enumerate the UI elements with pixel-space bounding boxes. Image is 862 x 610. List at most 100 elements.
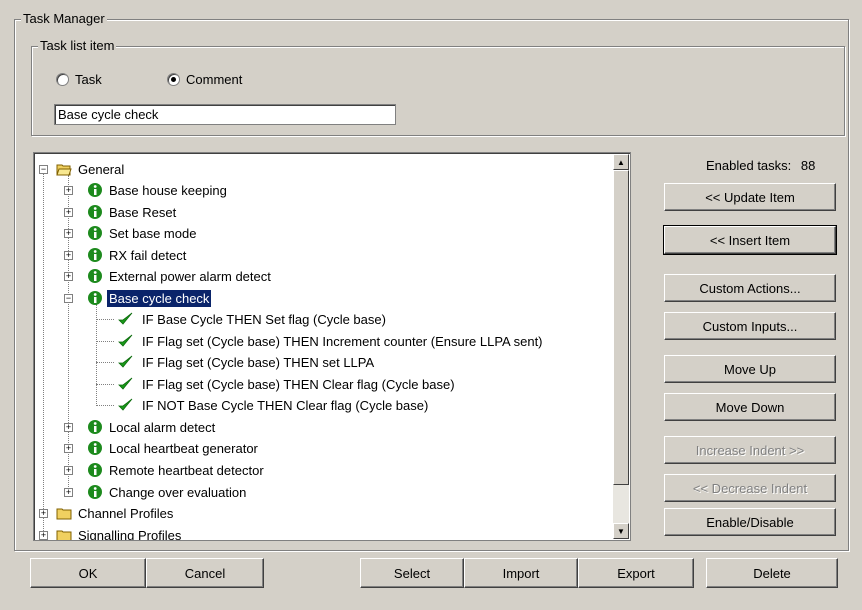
custom-inputs-button[interactable]: Custom Inputs... (664, 312, 836, 340)
info-icon (88, 205, 102, 219)
task-manager-dialog: Task Manager Task list item Task Comment… (0, 0, 862, 610)
checkmark-icon (118, 355, 133, 368)
tree-label: Base house keeping (109, 182, 227, 198)
delete-label: Delete (753, 565, 791, 581)
custom-actions-button[interactable]: Custom Actions... (664, 274, 836, 302)
tree-label: Remote heartbeat detector (109, 462, 264, 478)
tree-item[interactable]: + Base house keeping (34, 180, 229, 200)
move-down-label: Move Down (715, 399, 785, 415)
radio-task[interactable]: Task (56, 72, 102, 87)
info-icon (88, 420, 102, 434)
tree-label: Base Reset (109, 204, 177, 220)
ok-button[interactable]: OK (30, 558, 146, 588)
ok-label: OK (78, 565, 98, 581)
tree-label: IF NOT Base Cycle THEN Clear flag (Cycle… (142, 397, 429, 413)
expand-icon[interactable]: + (64, 229, 73, 238)
expand-icon[interactable]: + (64, 423, 73, 432)
expand-icon[interactable]: + (64, 186, 73, 195)
scroll-up-button[interactable]: ▲ (613, 154, 629, 170)
decrease-indent-label: << Decrease Indent (692, 480, 808, 496)
tree-subitem[interactable]: IF Flag set (Cycle base) THEN set LLPA (114, 352, 376, 372)
tree-subitem[interactable]: IF Base Cycle THEN Set flag (Cycle base) (114, 309, 388, 329)
expand-icon[interactable]: + (64, 251, 73, 260)
scroll-down-button[interactable]: ▼ (613, 523, 629, 539)
radio-comment-circle[interactable] (167, 73, 180, 86)
info-icon (88, 226, 102, 240)
enabled-tasks: Enabled tasks: 88 (706, 158, 815, 173)
expand-icon[interactable]: + (64, 208, 73, 217)
collapse-icon[interactable]: − (39, 165, 48, 174)
delete-button[interactable]: Delete (706, 558, 838, 588)
tree-subitem[interactable]: IF Flag set (Cycle base) THEN Increment … (114, 331, 545, 351)
tree-item[interactable]: + Remote heartbeat detector (34, 460, 266, 480)
enable-disable-label: Enable/Disable (706, 514, 794, 530)
scroll-thumb[interactable] (613, 170, 629, 485)
tree-item-general[interactable]: − General (34, 159, 126, 179)
custom-actions-label: Custom Actions... (699, 280, 801, 296)
expand-icon[interactable]: + (64, 488, 73, 497)
tree-line (96, 362, 114, 363)
checkmark-icon (118, 398, 133, 411)
collapse-icon[interactable]: − (64, 294, 73, 303)
tree-item[interactable]: + RX fail detect (34, 245, 188, 265)
decrease-indent-button[interactable]: << Decrease Indent (664, 474, 836, 502)
checkmark-icon (118, 377, 133, 390)
enable-disable-button[interactable]: Enable/Disable (664, 508, 836, 536)
info-icon (88, 248, 102, 262)
tree-item[interactable]: + Local heartbeat generator (34, 438, 260, 458)
update-item-label: << Update Item (705, 189, 795, 205)
update-item-button[interactable]: << Update Item (664, 183, 836, 211)
expand-icon[interactable]: + (64, 272, 73, 281)
select-button[interactable]: Select (360, 558, 464, 588)
insert-item-label: << Insert Item (709, 232, 791, 248)
tree-label: Channel Profiles (78, 505, 174, 521)
task-item-input[interactable] (54, 104, 396, 125)
tree-scrollbar[interactable]: ▲ ▼ (613, 154, 629, 539)
tree-label: RX fail detect (109, 247, 187, 263)
tree-subitem[interactable]: IF NOT Base Cycle THEN Clear flag (Cycle… (114, 395, 430, 415)
insert-item-button[interactable]: << Insert Item (663, 225, 837, 255)
tree-item[interactable]: + External power alarm detect (34, 266, 273, 286)
task-tree[interactable]: − General + Base house keeping + Base Re… (33, 152, 631, 541)
tree-subitem[interactable]: IF Flag set (Cycle base) THEN Clear flag… (114, 374, 457, 394)
checkmark-icon (118, 334, 133, 347)
tree-line (96, 405, 114, 406)
task-manager-title: Task Manager (21, 11, 107, 26)
tree-item[interactable]: + Set base mode (34, 223, 198, 243)
expand-icon[interactable]: + (39, 509, 48, 518)
tree-label: Local alarm detect (109, 419, 216, 435)
tree-item-base-cycle-check[interactable]: − Base cycle check (34, 288, 213, 308)
cancel-button[interactable]: Cancel (146, 558, 264, 588)
tree-item[interactable]: + Change over evaluation (34, 482, 248, 502)
tree-item[interactable]: + Local alarm detect (34, 417, 217, 437)
info-icon (88, 269, 102, 283)
move-down-button[interactable]: Move Down (664, 393, 836, 421)
info-icon (88, 291, 102, 305)
import-button[interactable]: Import (464, 558, 578, 588)
tree-label: Local heartbeat generator (109, 440, 258, 456)
radio-task-circle[interactable] (56, 73, 69, 86)
folder-icon (56, 508, 72, 520)
import-label: Import (502, 565, 540, 581)
tree-item-signalling-profiles[interactable]: + Signalling Profiles (34, 525, 183, 540)
export-button[interactable]: Export (578, 558, 694, 588)
tree-item-channel-profiles[interactable]: + Channel Profiles (34, 503, 175, 523)
tree-item[interactable]: + Base Reset (34, 202, 178, 222)
tree-label: External power alarm detect (109, 268, 271, 284)
radio-task-label: Task (75, 72, 102, 87)
tree-label: Change over evaluation (109, 484, 247, 500)
custom-inputs-label: Custom Inputs... (702, 318, 798, 334)
expand-icon[interactable]: + (39, 531, 48, 540)
tree-label: Set base mode (109, 225, 197, 241)
tree-label: IF Flag set (Cycle base) THEN Increment … (142, 333, 543, 349)
tree-label: IF Base Cycle THEN Set flag (Cycle base) (142, 311, 386, 327)
open-folder-icon (56, 164, 72, 176)
move-up-button[interactable]: Move Up (664, 355, 836, 383)
radio-comment[interactable]: Comment (167, 72, 242, 87)
expand-icon[interactable]: + (64, 444, 73, 453)
enabled-tasks-count: 88 (800, 158, 816, 173)
increase-indent-button[interactable]: Increase Indent >> (664, 436, 836, 464)
tree-line (96, 341, 114, 342)
export-label: Export (617, 565, 655, 581)
expand-icon[interactable]: + (64, 466, 73, 475)
